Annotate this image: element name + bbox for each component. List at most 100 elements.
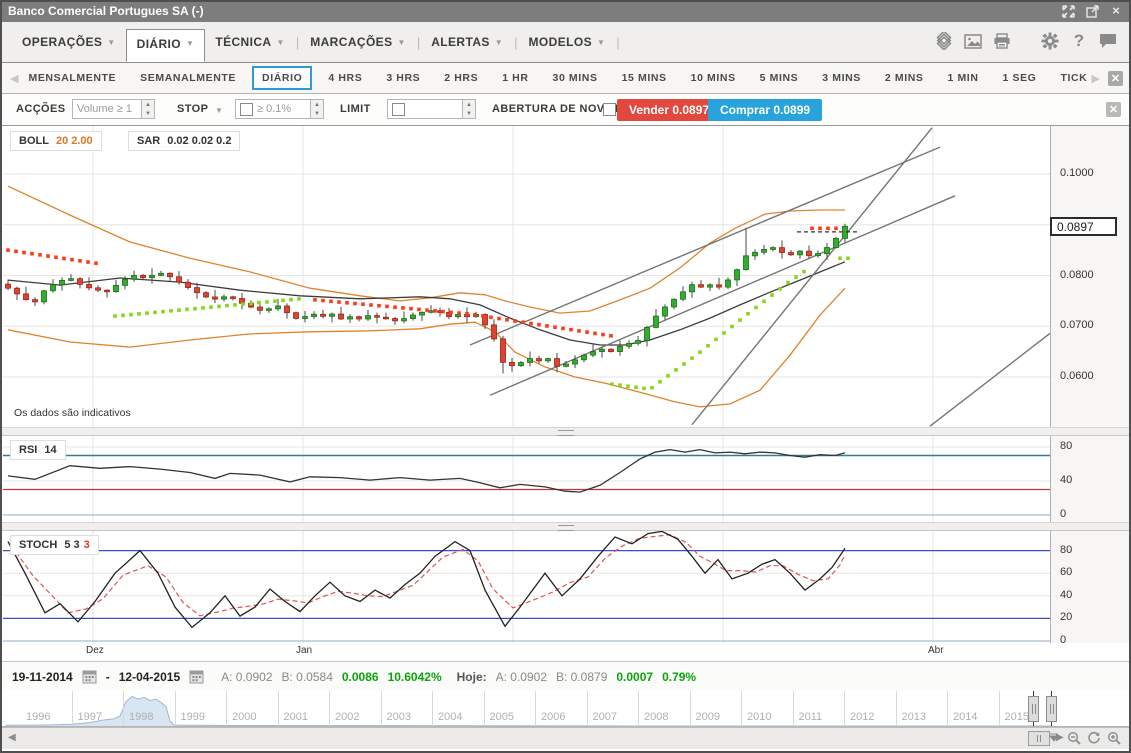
open-position-checkbox[interactable] bbox=[603, 103, 616, 116]
range-ask: A: 0.0902 bbox=[221, 670, 272, 684]
close-order-bar-icon[interactable]: ✕ bbox=[1106, 102, 1121, 117]
menu-item-diário[interactable]: DIÁRIO▼ bbox=[126, 29, 206, 62]
scroll-to-end-icon[interactable] bbox=[1047, 731, 1061, 745]
date-from[interactable]: 19-11-2014 bbox=[12, 670, 73, 684]
close-timeframe-bar-icon[interactable]: ✕ bbox=[1108, 71, 1123, 86]
panel-resize-grip[interactable] bbox=[2, 427, 1129, 436]
rsi-panel[interactable] bbox=[3, 436, 1050, 522]
help-icon[interactable]: ? bbox=[1068, 30, 1090, 52]
timeframe-1-min[interactable]: 1 MIN bbox=[948, 72, 979, 84]
today-ask: A: 0.0902 bbox=[496, 670, 547, 684]
price-tick: 0.0600 bbox=[1060, 370, 1094, 382]
stop-checkbox[interactable] bbox=[240, 103, 253, 116]
stop-stepper[interactable]: ▲▼ bbox=[310, 99, 324, 119]
year-label-1997: 1997 bbox=[78, 711, 102, 723]
year-label-2004: 2004 bbox=[438, 711, 462, 723]
history-navigator[interactable]: 1996199719981999200020012002200320042005… bbox=[2, 691, 1129, 727]
close-window-icon[interactable]: × bbox=[1109, 4, 1123, 18]
today-change-pct: 0.79% bbox=[662, 670, 696, 684]
month-label-jan: Jan bbox=[296, 645, 312, 656]
rsi-indicator-label[interactable]: RSI14 bbox=[10, 440, 66, 460]
boll-indicator-label[interactable]: BOLL20 2.00 bbox=[10, 131, 102, 151]
acoes-label: ACÇÕES bbox=[16, 103, 65, 115]
stoch-tick: 60 bbox=[1060, 566, 1072, 578]
timeframe-3-hrs[interactable]: 3 HRS bbox=[386, 72, 420, 84]
popout-window-icon[interactable] bbox=[1085, 4, 1099, 18]
volume-input[interactable]: Volume ≥ 1 bbox=[72, 99, 142, 119]
volume-stepper[interactable]: ▲▼ bbox=[141, 99, 155, 119]
year-separator bbox=[638, 691, 639, 727]
year-label-2015: 2015 bbox=[1005, 711, 1029, 723]
maximize-icon[interactable] bbox=[1061, 4, 1075, 18]
limit-label: LIMIT bbox=[340, 103, 371, 115]
stop-dropdown-icon[interactable]: ▼ bbox=[215, 106, 223, 115]
zoom-out-icon[interactable] bbox=[1067, 731, 1081, 745]
today-label: Hoje: bbox=[457, 670, 487, 684]
timeframe-3-mins[interactable]: 3 MINS bbox=[822, 72, 861, 84]
order-entry-bar: ACÇÕES Volume ≥ 1 ▲▼ STOP ▼ ≥ 0.1% ▲▼ LI… bbox=[2, 94, 1129, 126]
year-label-1999: 1999 bbox=[181, 711, 205, 723]
year-label-2014: 2014 bbox=[953, 711, 977, 723]
timeframe-tick[interactable]: TICK bbox=[1060, 72, 1087, 84]
menu-item-marcações[interactable]: MARCAÇÕES▼ bbox=[300, 28, 416, 56]
timeframe-15-mins[interactable]: 15 MINS bbox=[622, 72, 667, 84]
range-bid: B: 0.0584 bbox=[282, 670, 333, 684]
range-end-handle[interactable] bbox=[1046, 696, 1057, 722]
limit-checkbox[interactable] bbox=[392, 103, 405, 116]
scroll-left-icon[interactable]: ◀ bbox=[8, 732, 16, 743]
timeframe-scroll-right-icon[interactable]: ▶ bbox=[1092, 72, 1100, 85]
chart-scrollbar: ◀ ▶ bbox=[2, 727, 1129, 749]
main-price-chart[interactable] bbox=[3, 126, 1050, 427]
calendar-icon-to[interactable] bbox=[189, 669, 204, 684]
year-separator bbox=[947, 691, 948, 727]
year-separator bbox=[896, 691, 897, 727]
stoch-axis: 100806040200 bbox=[1050, 528, 1129, 643]
year-separator bbox=[844, 691, 845, 727]
menu-item-modelos[interactable]: MODELOS▼ bbox=[519, 28, 616, 56]
range-change: 0.0086 bbox=[342, 670, 379, 684]
limit-stepper[interactable]: ▲▼ bbox=[462, 99, 476, 119]
date-to[interactable]: 12-04-2015 bbox=[119, 670, 180, 684]
price-tick: 0.0700 bbox=[1060, 319, 1094, 331]
menu-item-operações[interactable]: OPERAÇÕES▼ bbox=[12, 28, 126, 56]
timeframe-scroll-left-icon[interactable]: ◀ bbox=[10, 72, 18, 85]
layers-icon[interactable] bbox=[933, 30, 955, 52]
stop-label: STOP bbox=[177, 103, 208, 115]
timeframe-30-mins[interactable]: 30 MINS bbox=[553, 72, 598, 84]
buy-button[interactable]: Comprar 0.0899 bbox=[708, 99, 822, 121]
image-icon[interactable] bbox=[962, 30, 984, 52]
timeframe-2-mins[interactable]: 2 MINS bbox=[885, 72, 924, 84]
timeframe-10-mins[interactable]: 10 MINS bbox=[691, 72, 736, 84]
sell-button[interactable]: Vender 0.0897 bbox=[617, 99, 721, 121]
stop-input[interactable]: ≥ 0.1% bbox=[235, 99, 311, 119]
print-icon[interactable] bbox=[991, 30, 1013, 52]
price-axis: 0.10000.08000.07000.0600 bbox=[1050, 126, 1129, 427]
zoom-in-icon[interactable] bbox=[1107, 731, 1121, 745]
comment-icon[interactable] bbox=[1097, 30, 1119, 52]
panel-resize-grip-2[interactable] bbox=[2, 522, 1129, 531]
timeframe-5-mins[interactable]: 5 MINS bbox=[760, 72, 799, 84]
reset-zoom-icon[interactable] bbox=[1087, 731, 1101, 745]
timeframe-1-seg[interactable]: 1 SEG bbox=[1003, 72, 1037, 84]
timeframe-2-hrs[interactable]: 2 HRS bbox=[444, 72, 478, 84]
year-label-2012: 2012 bbox=[850, 711, 874, 723]
year-separator bbox=[329, 691, 330, 727]
price-tick: 0.0800 bbox=[1060, 269, 1094, 281]
limit-input[interactable] bbox=[387, 99, 463, 119]
timeframe-semanalmente[interactable]: SEMANALMENTE bbox=[140, 72, 236, 84]
menu-item-alertas[interactable]: ALERTAS▼ bbox=[421, 28, 513, 56]
timeframe-4-hrs[interactable]: 4 HRS bbox=[328, 72, 362, 84]
settings-gear-icon[interactable] bbox=[1039, 30, 1061, 52]
rsi-tick: 0 bbox=[1060, 508, 1066, 520]
calendar-icon-from[interactable] bbox=[82, 669, 97, 684]
stoch-indicator-label[interactable]: STOCH5 33 bbox=[10, 535, 99, 555]
year-label-1998: 1998 bbox=[129, 711, 153, 723]
sar-indicator-label[interactable]: SAR0.02 0.02 0.2 bbox=[128, 131, 240, 151]
timeframe-diário[interactable]: DIÁRIO bbox=[252, 66, 312, 90]
year-separator bbox=[484, 691, 485, 727]
menu-item-técnica[interactable]: TÉCNICA▼ bbox=[205, 28, 294, 56]
stochastic-panel[interactable] bbox=[3, 531, 1050, 643]
timeframe-mensalmente[interactable]: MENSALMENTE bbox=[28, 72, 116, 84]
range-start-handle[interactable] bbox=[1028, 696, 1039, 722]
timeframe-1-hr[interactable]: 1 HR bbox=[502, 72, 528, 84]
